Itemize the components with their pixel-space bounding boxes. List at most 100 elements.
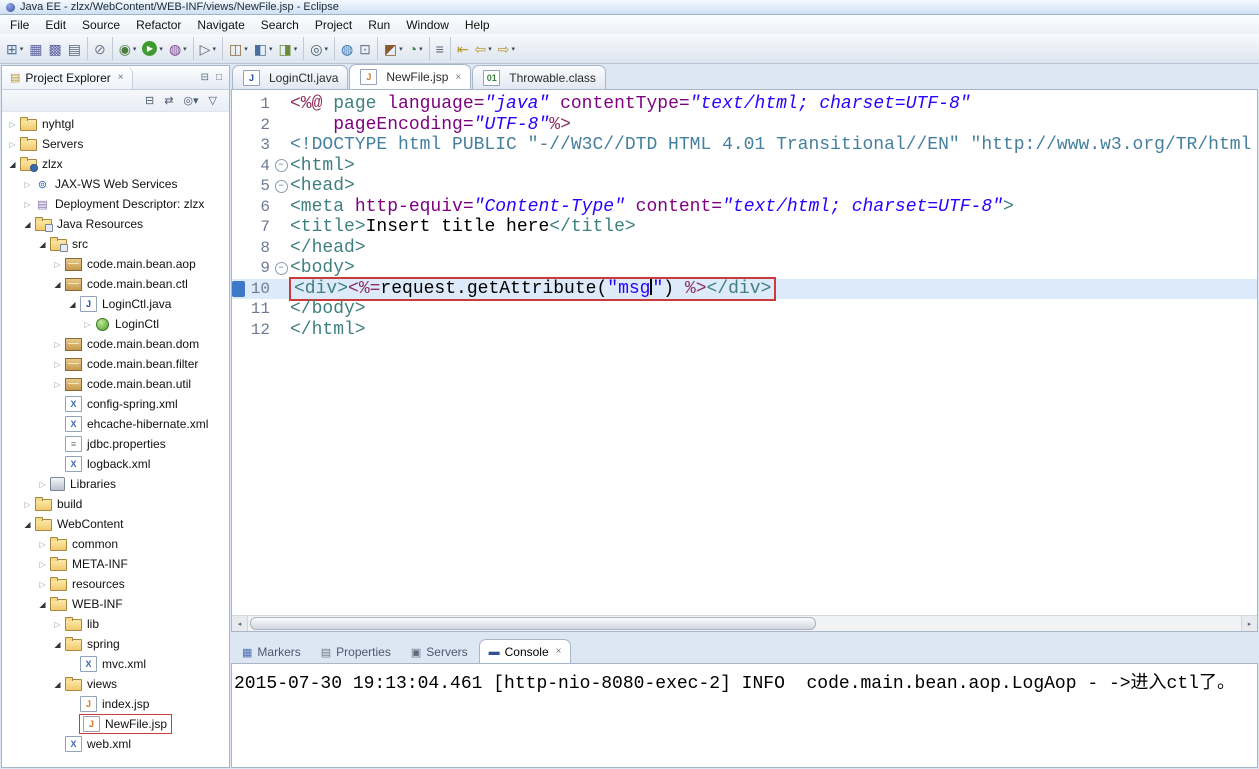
line-number[interactable]: 9: [232, 258, 274, 279]
tree-item-web-inf[interactable]: ◢ WEB-INF: [2, 594, 229, 614]
editor-tab-throwable-class[interactable]: 01 Throwable.class: [472, 65, 606, 89]
collapse-arrow-icon[interactable]: ◢: [21, 520, 34, 529]
expand-arrow-icon[interactable]: ▷: [36, 480, 49, 489]
tree-item-resources[interactable]: ▷ resources: [2, 574, 229, 594]
tree-item-deployment-descriptor-zlzx[interactable]: ▷ ▤ Deployment Descriptor: zlzx: [2, 194, 229, 214]
maximize-view-icon[interactable]: □: [216, 72, 222, 83]
collapse-arrow-icon[interactable]: ◢: [51, 280, 64, 289]
new-wizard-button[interactable]: ⊞ ▾: [3, 37, 26, 60]
code-line-10[interactable]: 10 <div><%=request.getAttribute("msg ") %>…: [232, 276, 1257, 301]
line-number[interactable]: 10: [232, 279, 274, 300]
coverage-button[interactable]: ◍ ▾: [166, 37, 190, 60]
editor-tab-newfile-jsp[interactable]: J NewFile.jsp ×: [349, 64, 472, 89]
collapse-all-button[interactable]: ⊟: [145, 94, 154, 107]
code-lines[interactable]: 1 <%@ page language="java" contentType="t…: [232, 90, 1257, 615]
line-number[interactable]: 1: [232, 94, 274, 115]
tree-item-code-main-bean-dom[interactable]: ▷ code.main.bean.dom: [2, 334, 229, 354]
code-line-12[interactable]: 12 </html>: [232, 320, 1257, 341]
tree-item-index-jsp[interactable]: Jindex.jsp: [2, 694, 229, 714]
expand-arrow-icon[interactable]: ▷: [36, 580, 49, 589]
collapse-arrow-icon[interactable]: ◢: [36, 240, 49, 249]
editor-tab-loginctl-java[interactable]: J LoginCtl.java: [232, 65, 349, 89]
code-line-2[interactable]: 2 pageEncoding="UTF-8"%>: [232, 115, 1257, 136]
print-button[interactable]: ▤: [65, 37, 84, 60]
editor-body[interactable]: 1 <%@ page language="java" contentType="t…: [231, 89, 1258, 632]
code-line-11[interactable]: 11 </body>: [232, 299, 1257, 320]
new-dynamic-web-project-button[interactable]: ◧ ▾: [251, 37, 276, 60]
horizontal-scrollbar[interactable]: ◂ ▸: [232, 615, 1257, 631]
tree-item-nyhtgl[interactable]: ▷ nyhtgl: [2, 114, 229, 134]
new-servlet-button[interactable]: ◫ ▾: [226, 37, 251, 60]
menu-source[interactable]: Source: [74, 16, 128, 34]
menu-project[interactable]: Project: [307, 16, 360, 34]
menu-file[interactable]: File: [2, 16, 37, 34]
project-explorer-view-tab[interactable]: ▤ Project Explorer ×: [2, 66, 133, 89]
bottom-tab-properties[interactable]: ▤ Properties: [312, 641, 400, 663]
tree-item-ehcache-hibernate-xml[interactable]: Xehcache-hibernate.xml: [2, 414, 229, 434]
tree-item-meta-inf[interactable]: ▷ META-INF: [2, 554, 229, 574]
tree-item-code-main-bean-aop[interactable]: ▷ code.main.bean.aop: [2, 254, 229, 274]
code-line-6[interactable]: 6 <meta http-equiv="Content-Type" content…: [232, 197, 1257, 218]
new-ejb-project-button[interactable]: ◨ ▾: [275, 37, 300, 60]
save-all-button[interactable]: ▩: [45, 37, 64, 60]
tree-item-code-main-bean-ctl[interactable]: ◢ code.main.bean.ctl: [2, 274, 229, 294]
debug-button[interactable]: ◉ ▾: [116, 37, 140, 60]
tree-item-web-xml[interactable]: Xweb.xml: [2, 734, 229, 754]
menu-search[interactable]: Search: [253, 16, 307, 34]
menu-window[interactable]: Window: [398, 16, 457, 34]
last-edit-location-button[interactable]: ⇤: [454, 37, 472, 60]
line-number[interactable]: 6: [232, 197, 274, 218]
bottom-tab-servers[interactable]: ▣ Servers: [402, 641, 477, 663]
collapse-arrow-icon[interactable]: ◢: [6, 160, 19, 169]
fold-collapse-icon[interactable]: −: [274, 258, 288, 279]
collapse-arrow-icon[interactable]: ◢: [51, 640, 64, 649]
tree-item-code-main-bean-filter[interactable]: ▷ code.main.bean.filter: [2, 354, 229, 374]
tree-item-config-spring-xml[interactable]: Xconfig-spring.xml: [2, 394, 229, 414]
expand-arrow-icon[interactable]: ▷: [51, 620, 64, 629]
search-button[interactable]: ◎ ▾: [307, 37, 331, 60]
new-class-button[interactable]: ◔ ▾: [406, 37, 426, 60]
mark-occurrences-button[interactable]: ≡: [433, 37, 447, 60]
run-button[interactable]: ▶ ▾: [139, 37, 166, 60]
expand-arrow-icon[interactable]: ▷: [21, 500, 34, 509]
line-number[interactable]: 12: [232, 320, 274, 341]
collapse-arrow-icon[interactable]: ◢: [51, 680, 64, 689]
tree-item-jdbc-properties[interactable]: ≡ jdbc.properties: [2, 434, 229, 454]
collapse-arrow-icon[interactable]: ◢: [36, 600, 49, 609]
code-line-7[interactable]: 7 <title>Insert title here</title>: [232, 217, 1257, 238]
menu-edit[interactable]: Edit: [37, 16, 74, 34]
run-external-tools-button[interactable]: ▷ ▾: [197, 37, 219, 60]
back-button[interactable]: ⇦ ▾: [472, 37, 495, 60]
close-view-icon[interactable]: ×: [118, 72, 124, 83]
close-tab-icon[interactable]: ×: [556, 646, 562, 657]
bottom-tab-console[interactable]: ▬ Console ×: [478, 639, 572, 663]
tree-item-common[interactable]: ▷ common: [2, 534, 229, 554]
expand-arrow-icon[interactable]: ▷: [21, 180, 34, 189]
expand-arrow-icon[interactable]: ▷: [36, 540, 49, 549]
tree-item-servers[interactable]: ▷ Servers: [2, 134, 229, 154]
scroll-right-icon[interactable]: ▸: [1241, 616, 1257, 631]
code-line-8[interactable]: 8 </head>: [232, 238, 1257, 259]
build-all-button[interactable]: ⊘: [91, 37, 109, 60]
tree-item-java-resources[interactable]: ◢ Java Resources: [2, 214, 229, 234]
expand-arrow-icon[interactable]: ▷: [21, 200, 34, 209]
menu-help[interactable]: Help: [457, 16, 498, 34]
forward-button[interactable]: ⇨ ▾: [495, 37, 518, 60]
tree-item-mvc-xml[interactable]: Xmvc.xml: [2, 654, 229, 674]
tree-item-newfile-jsp[interactable]: J NewFile.jsp: [2, 714, 229, 734]
project-tree[interactable]: ▷ nyhtgl ▷ Servers ◢ zlzx ▷ ⊚ JAX-WS Web Service…: [2, 112, 229, 767]
tree-item-code-main-bean-util[interactable]: ▷ code.main.bean.util: [2, 374, 229, 394]
scroll-left-icon[interactable]: ◂: [232, 616, 248, 631]
tree-item-spring[interactable]: ◢ spring: [2, 634, 229, 654]
tree-item-loginctl-java[interactable]: ◢ J LoginCtl.java: [2, 294, 229, 314]
open-task-button[interactable]: ⊡: [356, 37, 374, 60]
expand-arrow-icon[interactable]: ▷: [51, 360, 64, 369]
link-with-editor-button[interactable]: ⇄: [164, 94, 173, 107]
line-number[interactable]: 8: [232, 238, 274, 259]
expand-arrow-icon[interactable]: ▷: [36, 560, 49, 569]
collapse-arrow-icon[interactable]: ◢: [21, 220, 34, 229]
line-number[interactable]: 3: [232, 135, 274, 156]
tree-item-jax-ws-web-services[interactable]: ▷ ⊚ JAX-WS Web Services: [2, 174, 229, 194]
tree-item-views[interactable]: ◢ views: [2, 674, 229, 694]
fold-collapse-icon[interactable]: −: [274, 156, 288, 177]
